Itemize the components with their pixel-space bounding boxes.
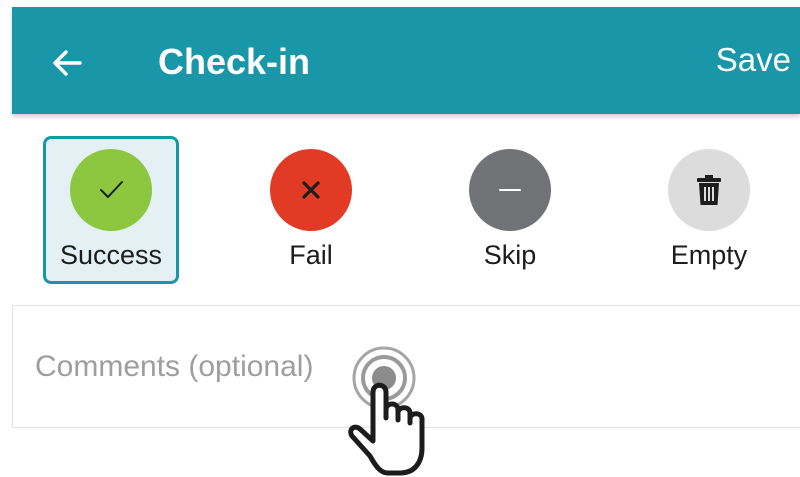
status-label-empty: Empty	[670, 240, 748, 270]
empty-circle	[668, 149, 750, 231]
checkmark-icon	[100, 181, 123, 198]
status-label-fail: Fail	[289, 240, 333, 270]
status-label-skip: Skip	[483, 240, 537, 270]
comments-placeholder: Comments (optional)	[35, 350, 314, 383]
skip-circle	[469, 149, 551, 231]
page-title: Check-in	[158, 41, 311, 82]
x-icon	[302, 181, 320, 199]
success-circle	[70, 149, 152, 231]
fail-circle	[270, 149, 352, 231]
arrow-left-icon[interactable]	[48, 43, 88, 83]
status-option-empty[interactable]: Empty	[641, 136, 777, 284]
save-button[interactable]: Save	[716, 41, 791, 79]
status-label-success: Success	[59, 240, 163, 270]
status-option-fail[interactable]: Fail	[243, 136, 379, 284]
dash-icon	[499, 189, 521, 191]
comments-field[interactable]: Comments (optional)	[12, 305, 800, 428]
status-option-skip[interactable]: Skip	[442, 136, 578, 284]
trash-icon	[697, 175, 721, 205]
app-header: Check-in Save	[12, 7, 800, 114]
status-option-success[interactable]: Success	[43, 136, 179, 284]
